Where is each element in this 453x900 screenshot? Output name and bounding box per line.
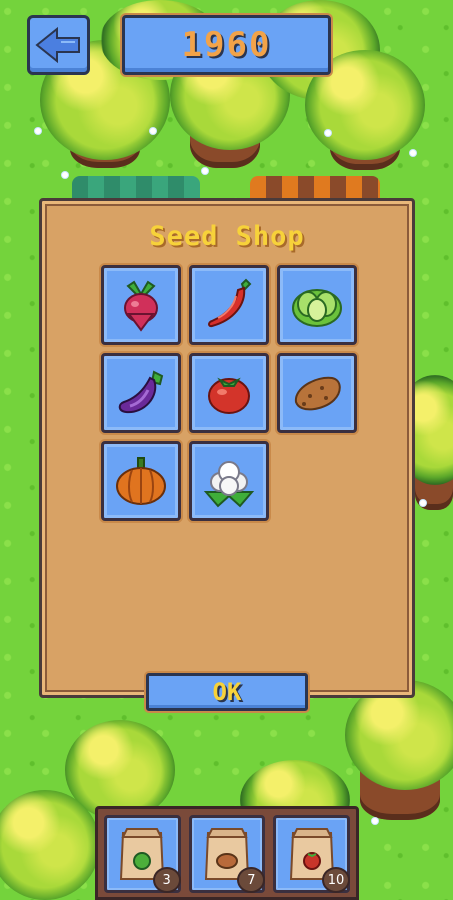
inventory-slot-potato-seeds[interactable]: 7 (188, 815, 266, 893)
inventory-slot-tomato-seeds[interactable]: 10 (273, 815, 351, 893)
pumpkin-icon (116, 457, 166, 505)
teal-path (72, 176, 200, 198)
item-count-badge: 7 (237, 867, 266, 893)
seed-slot-tomato[interactable] (189, 353, 269, 433)
ok-label: OK (212, 678, 242, 706)
year-value: 1960 (181, 25, 272, 65)
seed-slot-beet[interactable] (101, 265, 181, 345)
cauliflower-icon (203, 461, 255, 508)
seed-slot-potato[interactable] (277, 353, 357, 433)
flower (202, 168, 208, 174)
flower (325, 130, 331, 136)
item-count-badge: 10 (322, 867, 351, 893)
beet-icon (124, 280, 158, 332)
potato-icon (294, 376, 341, 411)
seed-grid (101, 265, 357, 521)
flower (420, 500, 426, 506)
item-count-badge: 3 (152, 867, 181, 893)
back-button[interactable] (27, 15, 90, 75)
orange-path (250, 176, 380, 198)
back-arrow-icon (34, 26, 80, 64)
seed-slot-chili-pepper[interactable] (189, 265, 269, 345)
lettuce-icon (292, 289, 342, 327)
flower (35, 128, 41, 134)
inventory-slot-lettuce-seeds[interactable]: 3 (104, 815, 181, 893)
seed-slot-eggplant[interactable] (101, 353, 181, 433)
ok-button[interactable]: OK (146, 673, 308, 711)
tomato-icon (208, 377, 250, 414)
seed-slot-pumpkin[interactable] (101, 441, 181, 521)
flower (150, 128, 156, 134)
seed-shop-panel: Seed Shop (39, 198, 415, 698)
seed-slot-lettuce[interactable] (277, 265, 357, 345)
flower (410, 150, 416, 156)
inventory-bar: 3 7 10 (95, 806, 359, 900)
eggplant-icon (118, 370, 164, 414)
flower (62, 172, 68, 178)
flower (372, 818, 378, 824)
shop-title: Seed Shop (149, 221, 305, 252)
chili-pepper-icon (208, 278, 252, 328)
year-display: 1960 (122, 15, 331, 75)
seed-slot-cauliflower[interactable] (189, 441, 269, 521)
